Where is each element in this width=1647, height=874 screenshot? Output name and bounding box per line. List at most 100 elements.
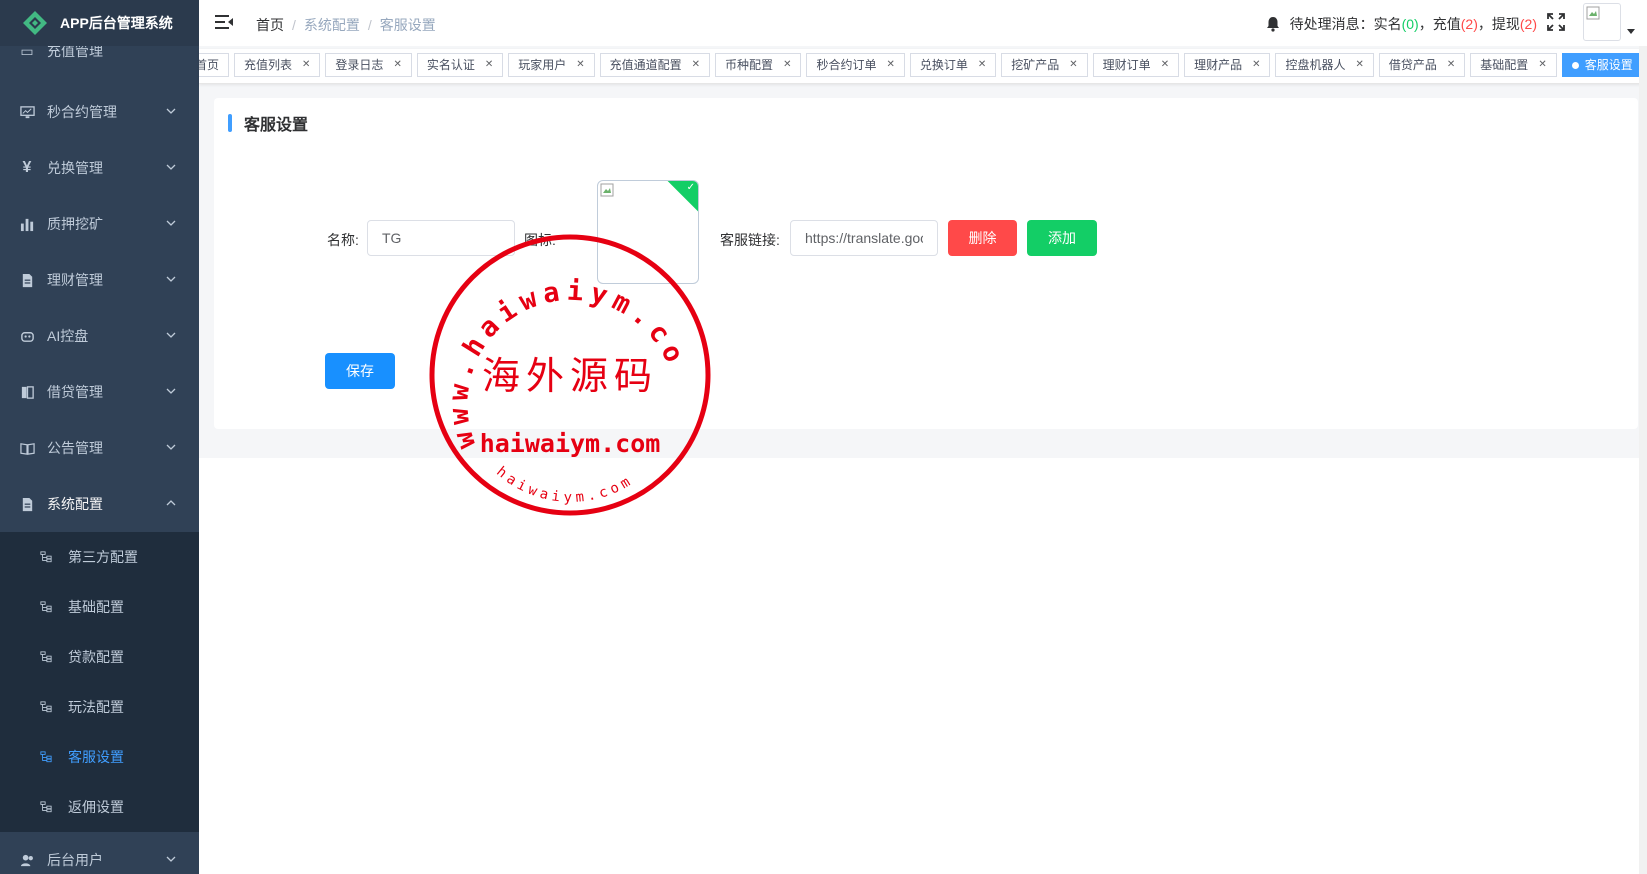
breadcrumb-system-config[interactable]: 系统配置 [304, 17, 360, 33]
close-icon[interactable]: ✕ [783, 53, 791, 77]
tag-label: 充值列表 [244, 58, 293, 72]
tag-2[interactable]: 登录日志 ✕ [325, 53, 412, 77]
tag-1[interactable]: 充值列表 ✕ [234, 53, 321, 77]
watermark-line-text: haiwaiym.com [480, 429, 661, 458]
submenu-item-2[interactable]: 贷款配置 [0, 632, 199, 682]
tree-icon [40, 650, 54, 664]
chevron-down-icon [166, 388, 176, 394]
delete-button[interactable]: 删除 [948, 220, 1017, 256]
tag-12[interactable]: 控盘机器人 ✕ [1275, 53, 1374, 77]
icon-label: 图标: [524, 232, 556, 248]
close-icon[interactable]: ✕ [1447, 53, 1455, 77]
submenu-item-0[interactable]: 第三方配置 [0, 532, 199, 582]
tag-label: 客服设置 [1584, 58, 1633, 72]
app-title: APP后台管理系统 [60, 15, 173, 31]
avatar[interactable] [1583, 3, 1621, 41]
withdraw-count[interactable]: 2 [1525, 16, 1533, 32]
icon-uploader[interactable]: ✓ [597, 180, 699, 284]
fullscreen-icon[interactable] [1547, 13, 1565, 31]
close-icon[interactable]: ✕ [1538, 53, 1546, 77]
close-icon[interactable]: ✕ [576, 53, 584, 77]
submenu-item-label: 第三方配置 [68, 549, 138, 565]
close-icon[interactable]: ✕ [692, 53, 700, 77]
submenu-item-1[interactable]: 基础配置 [0, 582, 199, 632]
sidebar-item-1[interactable]: ¥ 兑换管理 [0, 140, 199, 196]
service-link-input[interactable] [790, 220, 938, 256]
close-icon[interactable]: ✕ [1252, 53, 1260, 77]
tag-13[interactable]: 借贷产品 ✕ [1378, 53, 1466, 77]
chevron-down-icon [166, 856, 176, 862]
tag-0[interactable]: 首页 [199, 53, 230, 77]
submenu-item-5[interactable]: 返佣设置 [0, 782, 199, 832]
close-icon[interactable]: ✕ [485, 53, 493, 77]
tag-8[interactable]: 兑换订单 ✕ [909, 53, 997, 77]
tree-icon [40, 750, 54, 764]
tag-label: 实名认证 [426, 58, 475, 72]
close-icon[interactable]: ✕ [1069, 53, 1077, 77]
tag-10[interactable]: 理财订单 ✕ [1092, 53, 1180, 77]
recharge-count[interactable]: 2 [1465, 16, 1473, 32]
scrollbar[interactable] [1639, 46, 1647, 874]
app-logo-bar[interactable]: APP后台管理系统 [0, 0, 199, 46]
sidebar-item-admin-users[interactable]: 后台用户 [0, 832, 199, 874]
tag-3[interactable]: 实名认证 ✕ [416, 53, 504, 77]
tag-5[interactable]: 充值通道配置 ✕ [599, 53, 711, 77]
sidebar-item-6[interactable]: 公告管理 [0, 420, 199, 476]
tag-6[interactable]: 币种配置 ✕ [715, 53, 802, 77]
sidebar-item-label: 秒合约管理 [47, 104, 117, 120]
tag-label: 充值通道配置 [609, 58, 682, 72]
tag-7[interactable]: 秒合约订单 ✕ [806, 53, 905, 77]
title-accent-bar [228, 114, 232, 132]
realname-count[interactable]: 0 [1406, 16, 1414, 32]
tag-9[interactable]: 挖矿产品 ✕ [1001, 53, 1088, 77]
sidebar-item-3[interactable]: 理财管理 [0, 252, 199, 308]
name-label: 名称: [327, 232, 359, 248]
sidebar-item-5[interactable]: 借贷管理 [0, 364, 199, 420]
close-icon[interactable]: ✕ [1161, 53, 1169, 77]
bell-icon[interactable] [1265, 16, 1281, 32]
sidebar-item-2[interactable]: 质押挖矿 [0, 196, 199, 252]
sidebar-item-0[interactable]: 秒合约管理 [0, 84, 199, 140]
sidebar-item-4[interactable]: AI控盘 [0, 308, 199, 364]
tag-15[interactable]: 客服设置✕ [1561, 53, 1647, 77]
document-icon [19, 272, 35, 288]
close-icon[interactable]: ✕ [886, 53, 894, 77]
close-icon[interactable]: ✕ [393, 53, 401, 77]
caret-down-icon[interactable] [1627, 29, 1635, 34]
tag-label: 玩家用户 [518, 58, 567, 72]
logo-icon [23, 11, 47, 35]
hamburger-icon[interactable] [215, 14, 233, 30]
add-button[interactable]: 添加 [1027, 220, 1097, 256]
tags-view: 首页 充值列表 ✕ 登录日志 ✕ 实名认证 ✕ 玩家用户 ✕ 充值通道配置 ✕ 币种配置 ✕ 秒合约订单 ✕… [199, 49, 1647, 84]
tag-label: 挖矿产品 [1011, 58, 1060, 72]
tree-icon [40, 550, 54, 564]
submenu-item-3[interactable]: 玩法配置 [0, 682, 199, 732]
tag-label: 首页 [199, 58, 220, 72]
sidebar-item-label: 后台用户 [47, 852, 103, 868]
recharge-label[interactable]: 充值 [1433, 14, 1461, 34]
withdraw-label[interactable]: 提现 [1492, 14, 1520, 34]
close-icon[interactable]: ✕ [978, 53, 986, 77]
submenu-item-label: 贷款配置 [68, 649, 124, 665]
tag-14[interactable]: 基础配置 ✕ [1470, 53, 1557, 77]
check-icon: ✓ [686, 182, 695, 193]
sidebar-item-7[interactable]: 系统配置 [0, 476, 199, 532]
submenu-item-label: 客服设置 [68, 749, 124, 765]
close-icon[interactable]: ✕ [1356, 53, 1364, 77]
tag-4[interactable]: 玩家用户 ✕ [508, 53, 595, 77]
open-book-icon [19, 440, 35, 456]
tag-label: 秒合约订单 [816, 58, 877, 72]
realname-label[interactable]: 实名 [1374, 14, 1402, 34]
tag-11[interactable]: 理财产品 ✕ [1184, 53, 1271, 77]
chevron-down-icon [166, 220, 176, 226]
breadcrumb-current: 客服设置 [379, 17, 436, 33]
chevron-up-icon [166, 500, 176, 506]
active-dot [1571, 61, 1579, 69]
chevron-down-icon [166, 444, 176, 450]
name-input[interactable] [367, 220, 515, 256]
save-button[interactable]: 保存 [325, 353, 395, 389]
breadcrumb-home[interactable]: 首页 [256, 17, 284, 33]
submenu-item-4[interactable]: 客服设置 [0, 732, 199, 782]
close-icon[interactable]: ✕ [302, 53, 310, 77]
users-icon [19, 852, 35, 868]
